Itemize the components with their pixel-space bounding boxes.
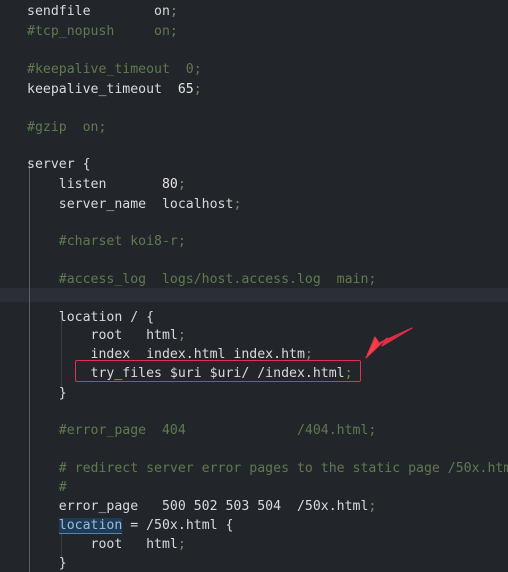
code-line[interactable]	[0, 441, 508, 461]
code-editor[interactable]: sendfile on; #tcp_nopush on; #keepalive_ti…	[0, 0, 508, 572]
code-line[interactable]: #	[0, 478, 508, 498]
code-line[interactable]: error_page 500 502 503 504 /50x.html;	[0, 497, 508, 517]
code-line[interactable]: root html;	[0, 326, 508, 346]
code-line[interactable]	[0, 100, 508, 120]
code-token-punct: ;	[177, 328, 186, 343]
code-token-punct: ;	[368, 499, 377, 514]
code-token-punct: ;	[233, 197, 242, 212]
code-token-punct: ;	[304, 347, 313, 362]
code-token-plain: location / {	[27, 310, 155, 325]
code-token-plain: server {	[27, 157, 91, 172]
code-line[interactable]	[0, 42, 508, 62]
code-token-plain: error_page 500 502 503 504 /50x.html	[27, 499, 369, 514]
code-token-plain: index index.html index.htm	[27, 347, 305, 362]
code-line[interactable]: keepalive_timeout 65;	[0, 80, 508, 100]
code-token-plain: listen	[27, 177, 162, 192]
code-line[interactable]: try_files $uri $uri/ /index.html;	[0, 364, 508, 384]
code-token-punct: ;	[177, 537, 186, 552]
code-line[interactable]: #tcp_nopush on;	[0, 22, 508, 42]
code-token-comment: #	[27, 480, 67, 495]
code-line[interactable]: server {	[0, 155, 508, 175]
code-content[interactable]: sendfile on; #tcp_nopush on; #keepalive_ti…	[0, 0, 508, 572]
code-line[interactable]: #keepalive_timeout 0;	[0, 60, 508, 80]
code-line[interactable]: sendfile on;	[0, 2, 508, 22]
code-token-sel: location	[58, 518, 123, 534]
code-token-plain: }	[27, 556, 67, 571]
code-token-punct: ;	[193, 82, 202, 97]
code-line[interactable]: }	[0, 384, 508, 404]
code-token-comment: #access_log logs/host.access.log main;	[27, 272, 377, 287]
code-token-plain: keepalive_timeout	[27, 82, 178, 97]
code-token-comment: #tcp_nopush on;	[27, 24, 178, 39]
code-line[interactable]: location = /50x.html {	[0, 516, 508, 536]
code-token-num: 80	[161, 177, 178, 192]
code-line[interactable]: listen 80;	[0, 175, 508, 195]
code-token-punct: ;	[344, 366, 353, 381]
code-line[interactable]: #access_log logs/host.access.log main;	[0, 270, 508, 290]
code-line[interactable]: # redirect server error pages to the sta…	[0, 459, 508, 479]
code-token-plain: server_name localhost	[27, 197, 234, 212]
code-line[interactable]	[0, 252, 508, 272]
code-token-plain: try_files $uri $uri/ /index.html	[27, 366, 345, 381]
code-token-plain: on	[154, 4, 170, 19]
code-token-plain: }	[27, 386, 67, 401]
code-line[interactable]: root html;	[0, 535, 508, 555]
code-token-plain: root html	[27, 537, 178, 552]
code-line[interactable]: #gzip on;	[0, 118, 508, 138]
code-token-comment: #gzip on;	[27, 120, 107, 135]
code-token-num: 65	[177, 82, 194, 97]
code-token-comment: # redirect server error pages to the sta…	[27, 461, 508, 476]
code-token-plain: = /50x.html {	[122, 518, 234, 533]
code-token-comment: #charset koi8-r;	[27, 234, 186, 249]
code-line[interactable]: }	[0, 554, 508, 572]
code-token-punct: ;	[177, 177, 186, 192]
code-token-plain: root html	[27, 328, 178, 343]
code-line[interactable]	[0, 290, 508, 310]
code-line[interactable]: location / {	[0, 308, 508, 328]
code-line[interactable]: #charset koi8-r;	[0, 232, 508, 252]
code-token-plain: sendfile	[27, 4, 155, 19]
code-token-comment: #error_page 404 /404.html;	[27, 423, 377, 438]
code-line[interactable]: #error_page 404 /404.html;	[0, 421, 508, 441]
code-line[interactable]: index index.html index.htm;	[0, 345, 508, 365]
code-token-punct: ;	[169, 4, 178, 19]
code-line[interactable]: server_name localhost;	[0, 195, 508, 215]
code-token-comment: #keepalive_timeout 0;	[27, 62, 202, 77]
